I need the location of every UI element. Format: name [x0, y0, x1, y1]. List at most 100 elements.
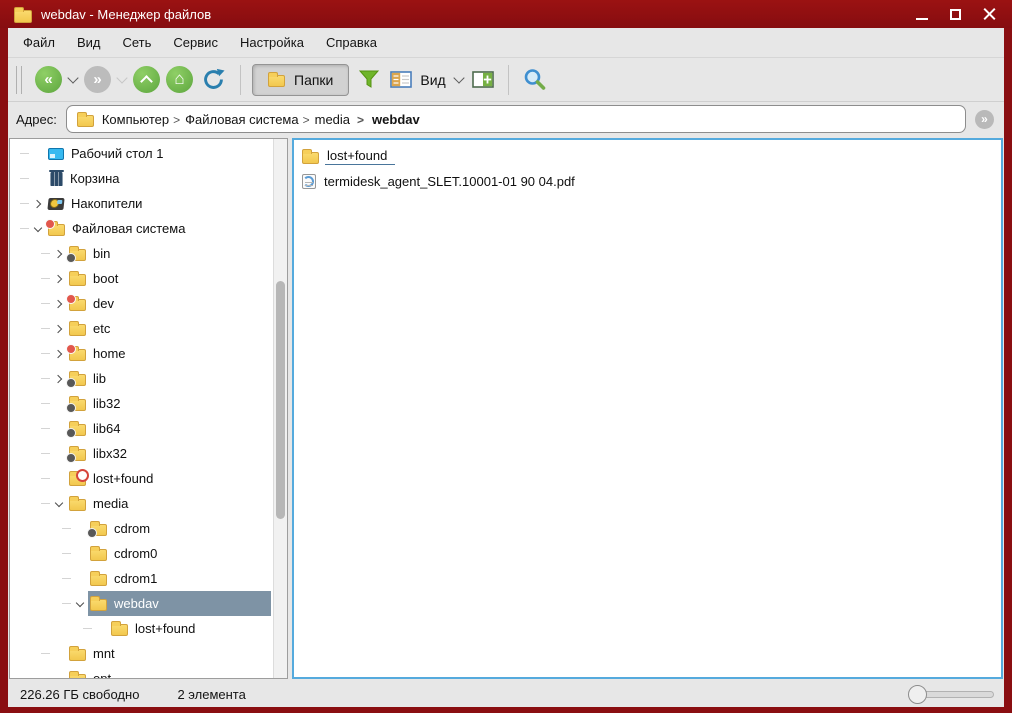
chevron-right-icon[interactable]: [51, 276, 67, 282]
menu-item-0[interactable]: Файл: [12, 28, 66, 57]
tree-item-Корзина[interactable]: Корзина: [10, 166, 287, 191]
close-icon[interactable]: [983, 8, 996, 21]
menu-item-1[interactable]: Вид: [66, 28, 112, 57]
tree-item-body[interactable]: media: [67, 491, 132, 516]
tree-item-body[interactable]: cdrom1: [88, 566, 161, 591]
tree-item-lost+found[interactable]: lost+found: [10, 466, 287, 491]
titlebar[interactable]: webdav - Менеджер файлов: [0, 0, 1012, 28]
tree-item-body[interactable]: lib32: [67, 391, 124, 416]
tree-item-dev[interactable]: dev: [10, 291, 287, 316]
view-mode-button[interactable]: Вид: [385, 71, 450, 88]
tree-item-body[interactable]: Накопители: [46, 191, 146, 216]
tree-item-libx32[interactable]: libx32: [10, 441, 287, 466]
breadcrumb-segment[interactable]: media: [299, 112, 350, 127]
tree-item-body[interactable]: boot: [67, 266, 122, 291]
zoom-slider-track[interactable]: [918, 691, 994, 698]
back-history-chevron-icon[interactable]: [67, 72, 78, 83]
tree-item-body[interactable]: home: [67, 341, 130, 366]
tree-item-Рабочий стол 1[interactable]: Рабочий стол 1: [10, 141, 287, 166]
menu-item-4[interactable]: Настройка: [229, 28, 315, 57]
tree-guide-line: [41, 328, 50, 329]
tree-item-etc[interactable]: etc: [10, 316, 287, 341]
back-button[interactable]: [35, 66, 62, 93]
chevron-down-icon[interactable]: [51, 500, 67, 508]
tree-item-body[interactable]: Корзина: [46, 166, 124, 191]
tree-item-lost+found[interactable]: lost+found: [10, 616, 287, 641]
split-view-button[interactable]: [472, 71, 494, 88]
tree-item-body[interactable]: etc: [67, 316, 114, 341]
tree-item-media[interactable]: media: [10, 491, 287, 516]
tree-item-cdrom0[interactable]: cdrom0: [10, 541, 287, 566]
breadcrumb-segment[interactable]: Файловая система: [169, 112, 298, 127]
tree-item-cdrom1[interactable]: cdrom1: [10, 566, 287, 591]
tree-item-body[interactable]: cdrom: [88, 516, 154, 541]
file-item-folder[interactable]: lost+found: [302, 144, 993, 169]
chevron-right-icon[interactable]: [51, 326, 67, 332]
tree-item-body[interactable]: lib: [67, 366, 110, 391]
tree-item-body[interactable]: cdrom0: [88, 541, 161, 566]
home-button[interactable]: [166, 66, 193, 93]
address-bar[interactable]: КомпьютерФайловая системаmediawebdav: [66, 105, 966, 133]
tree-scrollbar[interactable]: [273, 139, 287, 678]
go-button[interactable]: »: [975, 110, 994, 129]
tree-item-body[interactable]: lib64: [67, 416, 124, 441]
file-panel[interactable]: lost+found termidesk_agent_SLET.10001-01 …: [292, 138, 1003, 679]
tree-item-body[interactable]: dev: [67, 291, 118, 316]
zoom-slider[interactable]: [908, 685, 994, 704]
tree-item-body[interactable]: mnt: [67, 641, 119, 666]
tree-item-cdrom[interactable]: cdrom: [10, 516, 287, 541]
folder-icon: [69, 349, 86, 361]
up-button[interactable]: [133, 66, 160, 93]
filter-button[interactable]: [358, 70, 380, 90]
zoom-slider-knob[interactable]: [908, 685, 927, 704]
chevron-down-icon[interactable]: [72, 600, 88, 608]
statusbar: 226.26 ГБ свободно 2 элемента: [8, 681, 1004, 707]
menu-item-2[interactable]: Сеть: [112, 28, 163, 57]
folders-toggle-button[interactable]: Папки: [252, 64, 349, 96]
minimize-icon[interactable]: [916, 18, 928, 20]
chevron-right-icon[interactable]: [30, 201, 46, 207]
chevron-right-icon[interactable]: [51, 251, 67, 257]
tree-item-lib64[interactable]: lib64: [10, 416, 287, 441]
menu-item-5[interactable]: Справка: [315, 28, 388, 57]
tree-item-boot[interactable]: boot: [10, 266, 287, 291]
tree-item-bin[interactable]: bin: [10, 241, 287, 266]
refresh-button[interactable]: [201, 67, 226, 92]
tree-item-body[interactable]: bin: [67, 241, 114, 266]
tree-item-lib32[interactable]: lib32: [10, 391, 287, 416]
tree-item-body[interactable]: opt: [67, 666, 115, 679]
file-item-pdf[interactable]: termidesk_agent_SLET.10001-01 90 04.pdf: [302, 169, 993, 194]
breadcrumb-segment[interactable]: Компьютер: [102, 112, 169, 127]
search-button[interactable]: [523, 68, 547, 92]
breadcrumb-segment[interactable]: webdav: [350, 112, 420, 127]
tree-item-webdav[interactable]: webdav: [10, 591, 287, 616]
trash-icon: [50, 172, 63, 186]
forward-button[interactable]: [84, 66, 111, 93]
tree-item-Файловая система[interactable]: Файловая система: [10, 216, 287, 241]
tree-item-body[interactable]: webdav: [88, 591, 271, 616]
chevron-right-icon[interactable]: [51, 376, 67, 382]
folder-icon: [69, 299, 86, 311]
tree-item-Накопители[interactable]: Накопители: [10, 191, 287, 216]
file-name: termidesk_agent_SLET.10001-01 90 04.pdf: [324, 174, 575, 189]
view-mode-chevron-icon[interactable]: [453, 72, 464, 83]
tree-guide-line: [41, 353, 50, 354]
menu-item-3[interactable]: Сервис: [162, 28, 229, 57]
chevron-down-icon[interactable]: [30, 225, 46, 233]
maximize-icon[interactable]: [950, 9, 961, 20]
chevron-right-icon[interactable]: [51, 301, 67, 307]
folder-icon: [111, 624, 128, 636]
scrollbar-thumb[interactable]: [276, 281, 285, 519]
tree-item-body[interactable]: Рабочий стол 1: [46, 141, 167, 166]
tree-item-body[interactable]: lost+found: [67, 466, 157, 491]
toolbar-drag-handle[interactable]: [16, 66, 22, 94]
folder-icon: [69, 399, 86, 411]
chevron-right-icon[interactable]: [51, 351, 67, 357]
tree-item-body[interactable]: lost+found: [109, 616, 199, 641]
tree-item-opt[interactable]: opt: [10, 666, 287, 679]
tree-item-home[interactable]: home: [10, 341, 287, 366]
tree-item-body[interactable]: libx32: [67, 441, 131, 466]
tree-item-body[interactable]: Файловая система: [46, 216, 189, 241]
tree-item-lib[interactable]: lib: [10, 366, 287, 391]
tree-item-mnt[interactable]: mnt: [10, 641, 287, 666]
